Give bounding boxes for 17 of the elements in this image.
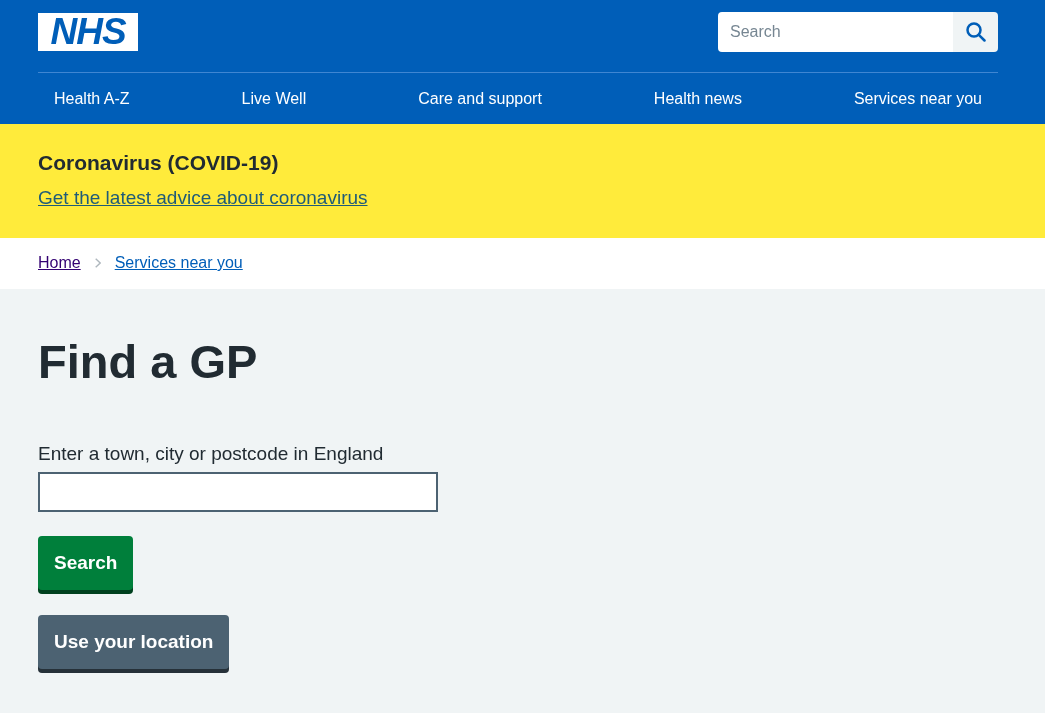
field-label: Enter a town, city or postcode in England [38, 442, 385, 466]
banner-link[interactable]: Get the latest advice about coronavirus [38, 187, 368, 208]
nav-link[interactable]: Health A-Z [38, 86, 146, 111]
search-field[interactable]: Search [718, 12, 953, 52]
chevron-right-icon [94, 258, 101, 268]
search-button[interactable] [953, 12, 998, 52]
page-title: Find a GP [38, 334, 259, 390]
breadcrumb-link[interactable]: Home [38, 251, 81, 275]
nav-link[interactable]: Live Well [225, 86, 323, 111]
nav-link[interactable]: Health news [637, 86, 758, 111]
banner-title: Coronavirus (COVID-19) [38, 150, 280, 176]
nav-link[interactable]: Care and support [402, 86, 558, 111]
location-input-field[interactable] [38, 472, 438, 512]
search-icon [965, 22, 986, 42]
nav-link[interactable]: Services near you [837, 86, 998, 111]
breadcrumb-link[interactable]: Services near you [114, 251, 243, 275]
nhs-logo[interactable]: NHS [38, 13, 138, 51]
